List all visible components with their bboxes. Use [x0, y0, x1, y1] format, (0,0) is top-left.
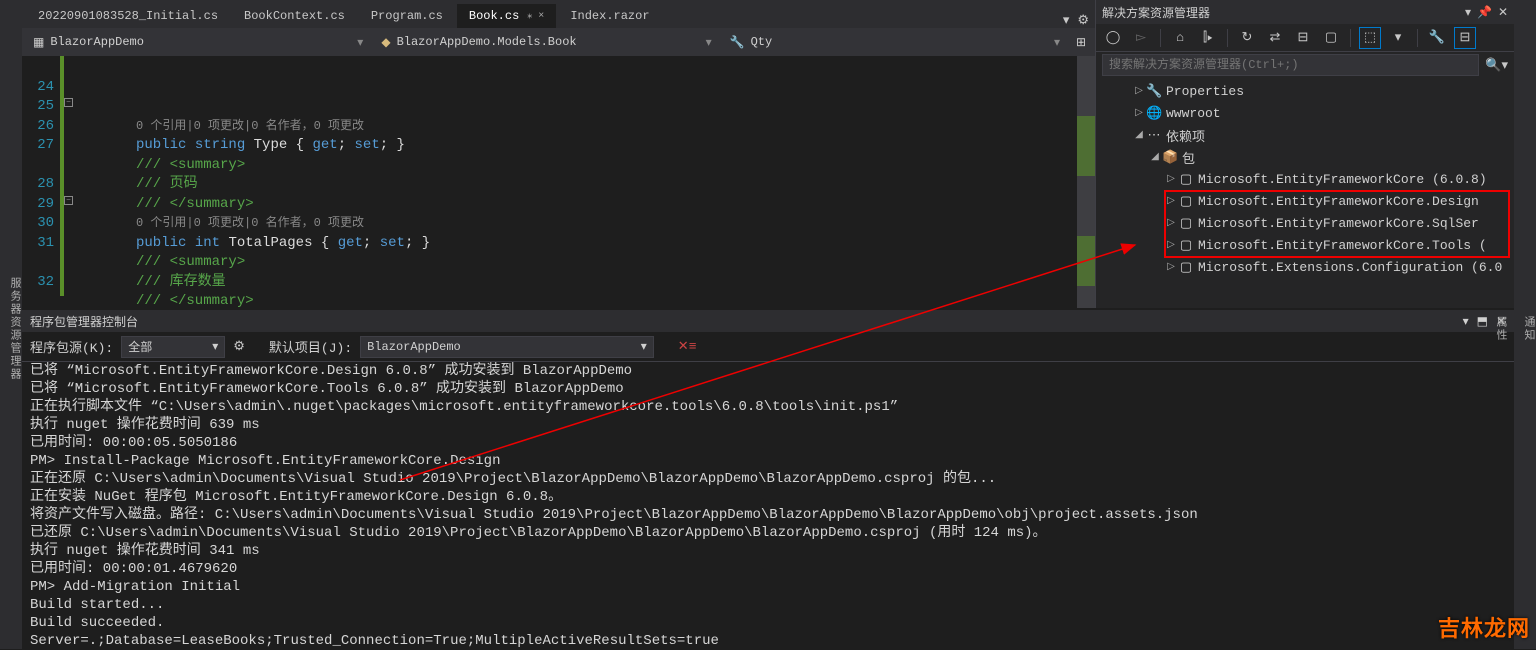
view-icon[interactable]: ⬚	[1359, 27, 1381, 49]
solution-toolbar: ◯ ▻ ⌂ ⫿▸ ↻ ⇄ ⊟ ▢ ⬚ ▾ 🔧 ⊟	[1096, 24, 1514, 52]
sync-icon[interactable]: ↻	[1236, 27, 1258, 49]
chevron-down-icon[interactable]: ▾	[357, 35, 363, 50]
back-icon[interactable]: ◯	[1102, 27, 1124, 49]
code-editor: 20220901083528_Initial.cs BookContext.cs…	[22, 0, 1096, 308]
properties-icon[interactable]: 🔧	[1426, 27, 1448, 49]
tree-node[interactable]: ▷▢Microsoft.Extensions.Configuration (6.…	[1096, 256, 1514, 278]
tree-node[interactable]: ▷🔧Properties	[1096, 80, 1514, 102]
right-tool-rail: 通知 属性	[1514, 0, 1536, 649]
show-all-icon[interactable]: ▢	[1320, 27, 1342, 49]
nav-member[interactable]: Qty	[751, 35, 773, 49]
chevron-down-icon[interactable]: ▾	[706, 35, 712, 50]
source-label: 程序包源(K):	[30, 337, 113, 356]
rail-properties[interactable]: 属性	[1492, 316, 1508, 342]
filter-dropdown-icon[interactable]: ▾	[1387, 27, 1409, 49]
console-title: 程序包管理器控制台	[30, 313, 138, 330]
tree-node[interactable]: ▷▢Microsoft.EntityFrameworkCore.Design	[1096, 190, 1514, 212]
left-tool-rail: 服务器资源管理器 工具箱	[0, 0, 22, 649]
package-source-select[interactable]: 全部▾	[121, 336, 225, 358]
window-menu-icon[interactable]: ▾	[1465, 5, 1471, 20]
home-icon[interactable]: ⌂	[1169, 27, 1191, 49]
solution-search-input[interactable]	[1102, 54, 1479, 76]
tree-node[interactable]: ▷▢Microsoft.EntityFrameworkCore.Tools (	[1096, 234, 1514, 256]
default-project-select[interactable]: BlazorAppDemo▾	[360, 336, 654, 358]
collapse-icon[interactable]: ⊟	[1292, 27, 1314, 49]
window-menu-icon[interactable]: ▾	[1463, 314, 1469, 329]
wrench-icon: 🔧	[730, 35, 745, 50]
fold-toggle[interactable]: −	[64, 196, 73, 205]
pin-icon[interactable]: ⬒	[1477, 314, 1488, 329]
pin-icon[interactable]: 📌	[1477, 5, 1492, 20]
csproj-icon: ▦	[33, 35, 44, 50]
scroll-map[interactable]	[1077, 56, 1095, 308]
tree-node[interactable]: ▷🌐wwwroot	[1096, 102, 1514, 124]
settings-gear-icon[interactable]: ⚙	[1077, 13, 1089, 28]
fold-column: − −	[62, 56, 76, 308]
class-icon: ◆	[381, 35, 390, 50]
tree-node[interactable]: ◢📦包	[1096, 146, 1514, 168]
nav-class[interactable]: BlazorAppDemo.Models.Book	[397, 35, 577, 49]
nav-project[interactable]: BlazorAppDemo	[50, 35, 144, 49]
editor-tabbar: 20220901083528_Initial.cs BookContext.cs…	[22, 0, 1095, 28]
preview-icon[interactable]: ⊟	[1454, 27, 1476, 49]
gear-icon[interactable]: ⚙	[233, 339, 245, 354]
code-body[interactable]: 0 个引用|0 项更改|0 名作者，0 项更改public string Typ…	[76, 56, 1077, 308]
split-icon[interactable]: ⊞	[1076, 35, 1086, 50]
tab-bookcontext[interactable]: BookContext.cs	[232, 4, 357, 28]
refresh-icon[interactable]: ⇄	[1264, 27, 1286, 49]
tab-book[interactable]: Book.cs⁎ ×	[457, 4, 556, 28]
line-numbers: 24252627 28293031 32	[22, 56, 62, 308]
pin-icon[interactable]: ⁎ ×	[527, 10, 544, 22]
rail-notifications[interactable]: 通知	[1520, 316, 1536, 342]
fold-toggle[interactable]: −	[64, 98, 73, 107]
solution-explorer-title: 解决方案资源管理器	[1102, 4, 1210, 21]
close-icon[interactable]: ✕	[1498, 5, 1508, 20]
tree-node[interactable]: ▷▢Microsoft.EntityFrameworkCore.SqlSer	[1096, 212, 1514, 234]
tree-node[interactable]: ▷▢Microsoft.EntityFrameworkCore (6.0.8)	[1096, 168, 1514, 190]
tree-node[interactable]: ◢⋯依赖项	[1096, 124, 1514, 146]
clear-icon[interactable]: ✕≡	[678, 339, 697, 354]
tab-index[interactable]: Index.razor	[558, 4, 661, 28]
watermark: 吉林龙网	[1438, 611, 1530, 643]
navigation-bar: ▦ BlazorAppDemo ▾ ◆ BlazorAppDemo.Models.Bo…	[22, 28, 1095, 56]
tab-program[interactable]: Program.cs	[359, 4, 455, 28]
package-manager-console: 程序包管理器控制台 ▾ ⬒ ✕ 程序包源(K): 全部▾ ⚙ 默认项目(J): …	[22, 308, 1514, 650]
project-label: 默认项目(J):	[269, 337, 352, 356]
tab-initial[interactable]: 20220901083528_Initial.cs	[26, 4, 230, 28]
solution-explorer: 解决方案资源管理器 ▾ 📌 ✕ ◯ ▻ ⌂ ⫿▸ ↻ ⇄ ⊟ ▢	[1096, 0, 1514, 308]
forward-icon[interactable]: ▻	[1130, 27, 1152, 49]
search-icon[interactable]: 🔍▾	[1485, 58, 1508, 73]
rail-server-explorer[interactable]: 服务器资源管理器	[6, 277, 22, 381]
switch-view-icon[interactable]: ⫿▸	[1197, 27, 1219, 49]
chevron-down-icon[interactable]: ▾	[1054, 35, 1060, 50]
solution-tree[interactable]: ▷🔧Properties▷🌐wwwroot◢⋯依赖项◢📦包▷▢Microsoft…	[1096, 78, 1514, 308]
console-output[interactable]: 已将 “Microsoft.EntityFrameworkCore.Design…	[22, 362, 1514, 650]
tab-overflow-icon[interactable]: ▾	[1063, 13, 1070, 28]
